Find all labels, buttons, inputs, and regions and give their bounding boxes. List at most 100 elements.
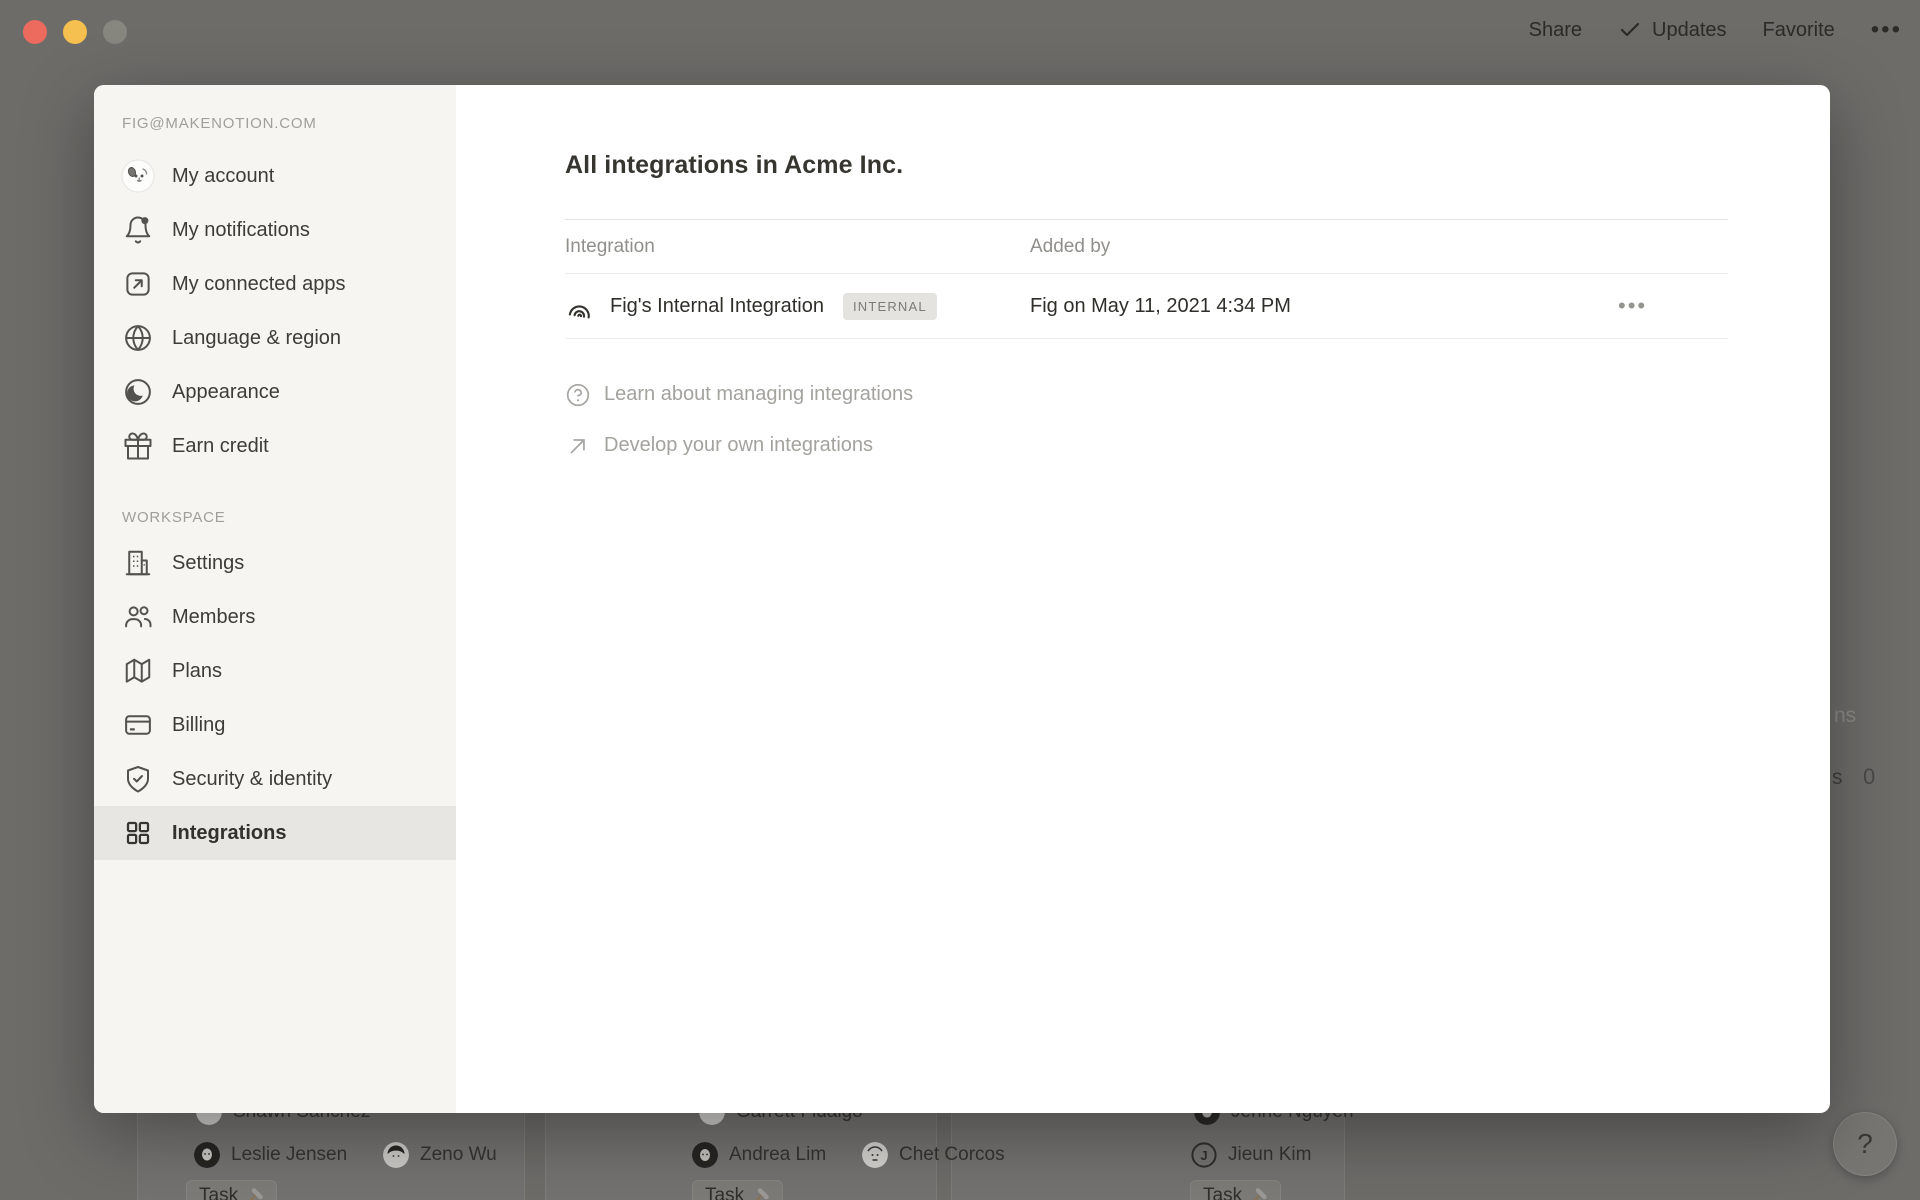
sidebar-item-label: Earn credit	[172, 435, 269, 458]
sidebar-item-billing[interactable]: Billing	[94, 698, 456, 752]
hammer-icon	[752, 1187, 770, 1200]
page-title: All integrations in Acme Inc.	[565, 151, 1830, 180]
column-header-integration: Integration	[565, 236, 1030, 258]
share-label: Share	[1529, 19, 1582, 42]
zoom-window-button[interactable]	[103, 20, 127, 44]
person-name: Chet Corcos	[899, 1144, 1005, 1166]
sidebar-item-label: Plans	[172, 660, 222, 683]
integrations-panel: All integrations in Acme Inc. Integratio…	[456, 85, 1830, 1113]
clipped-text-fragment: s	[1832, 766, 1843, 790]
help-circle-icon	[565, 382, 591, 408]
sidebar-item-security-identity[interactable]: Security & identity	[94, 752, 456, 806]
sidebar-item-label: Appearance	[172, 381, 280, 404]
integration-logo-icon	[565, 291, 595, 321]
avatar	[692, 1142, 718, 1168]
sidebar-item-members[interactable]: Members	[94, 590, 456, 644]
board-person: Chet Corcos	[862, 1142, 1005, 1168]
clipped-text-fragment: 0	[1863, 764, 1875, 790]
close-window-button[interactable]	[23, 20, 47, 44]
updates-button[interactable]: Updates	[1618, 18, 1727, 42]
sidebar-item-label: Security & identity	[172, 768, 332, 791]
account-email-header: FIG@MAKENOTION.COM	[94, 115, 456, 132]
added-by-cell: Fig on May 11, 2021 4:34 PM	[1030, 295, 1618, 318]
person-name: Andrea Lim	[729, 1144, 826, 1166]
board-person: Zeno Wu	[383, 1142, 497, 1168]
checkmark-icon	[1618, 18, 1642, 42]
favorite-label: Favorite	[1763, 19, 1835, 42]
board-person: J Jieun Kim	[1191, 1142, 1311, 1168]
task-chip: Task	[186, 1180, 277, 1200]
members-icon	[120, 599, 156, 635]
gift-icon	[120, 428, 156, 464]
sidebar-item-earn-credit[interactable]: Earn credit	[94, 419, 456, 473]
sidebar-item-settings[interactable]: Settings	[94, 536, 456, 590]
credit-card-icon	[120, 707, 156, 743]
minimize-window-button[interactable]	[63, 20, 87, 44]
avatar-initial: J	[1191, 1142, 1217, 1168]
sidebar-item-integrations[interactable]: Integrations	[94, 806, 456, 860]
settings-modal: FIG@MAKENOTION.COM My account My notific…	[94, 85, 1830, 1113]
svg-text:J: J	[1200, 1148, 1207, 1163]
board-person: Andrea Lim	[692, 1142, 826, 1168]
sidebar-item-label: My connected apps	[172, 273, 345, 296]
shield-check-icon	[120, 761, 156, 797]
table-header-row: Integration Added by	[565, 219, 1728, 274]
window-controls	[23, 20, 127, 44]
internal-badge: INTERNAL	[843, 293, 937, 320]
task-chip-label: Task	[705, 1185, 744, 1200]
bell-icon	[120, 212, 156, 248]
building-icon	[120, 545, 156, 581]
avatar	[383, 1142, 409, 1168]
sidebar-item-label: Language & region	[172, 327, 341, 350]
help-button[interactable]: ?	[1833, 1112, 1897, 1176]
sidebar-item-my-account[interactable]: My account	[94, 149, 456, 203]
column-header-added-by: Added by	[1030, 236, 1618, 258]
link-label: Develop your own integrations	[604, 434, 873, 457]
sidebar-item-label: Integrations	[172, 822, 286, 845]
workspace-section-header: WORKSPACE	[94, 509, 456, 526]
learn-integrations-link[interactable]: Learn about managing integrations	[565, 369, 913, 420]
link-label: Learn about managing integrations	[604, 383, 913, 406]
favorite-button[interactable]: Favorite	[1763, 19, 1835, 42]
person-name: Zeno Wu	[420, 1144, 497, 1166]
arrow-up-right-icon	[565, 433, 591, 459]
moon-circle-icon	[120, 374, 156, 410]
settings-sidebar: FIG@MAKENOTION.COM My account My notific…	[94, 85, 456, 1113]
updates-label: Updates	[1652, 19, 1727, 42]
sidebar-item-label: Settings	[172, 552, 244, 575]
table-row[interactable]: Fig's Internal Integration INTERNAL Fig …	[565, 274, 1728, 339]
integration-name: Fig's Internal Integration	[610, 295, 824, 318]
hammer-icon	[246, 1187, 264, 1200]
sidebar-item-label: Billing	[172, 714, 225, 737]
sidebar-item-label: My account	[172, 165, 274, 188]
person-name: Leslie Jensen	[231, 1144, 347, 1166]
task-chip: Task	[692, 1180, 783, 1200]
map-icon	[120, 653, 156, 689]
task-chip: Task	[1190, 1180, 1281, 1200]
grid-icon	[120, 815, 156, 851]
arrow-box-icon	[120, 266, 156, 302]
share-button[interactable]: Share	[1529, 19, 1582, 42]
row-menu-button[interactable]: •••	[1618, 295, 1728, 317]
sidebar-item-appearance[interactable]: Appearance	[94, 365, 456, 419]
clipped-text-fragment: ns	[1834, 704, 1856, 728]
task-chip-label: Task	[199, 1185, 238, 1200]
develop-integrations-link[interactable]: Develop your own integrations	[565, 420, 873, 471]
sidebar-item-plans[interactable]: Plans	[94, 644, 456, 698]
sidebar-item-label: Members	[172, 606, 255, 629]
sidebar-item-my-notifications[interactable]: My notifications	[94, 203, 456, 257]
more-options-button[interactable]: •••	[1871, 18, 1902, 42]
sidebar-item-my-connected-apps[interactable]: My connected apps	[94, 257, 456, 311]
integration-name-cell: Fig's Internal Integration INTERNAL	[565, 291, 1030, 321]
hammer-icon	[1250, 1187, 1268, 1200]
sidebar-item-label: My notifications	[172, 219, 310, 242]
user-avatar	[120, 158, 156, 194]
avatar	[862, 1142, 888, 1168]
avatar	[194, 1142, 220, 1168]
globe-icon	[120, 320, 156, 356]
sidebar-item-language-region[interactable]: Language & region	[94, 311, 456, 365]
board-person: Leslie Jensen	[194, 1142, 347, 1168]
person-name: Jieun Kim	[1228, 1144, 1311, 1166]
top-toolbar: Share Updates Favorite •••	[1529, 0, 1902, 60]
helper-links: Learn about managing integrations Develo…	[565, 369, 1830, 471]
